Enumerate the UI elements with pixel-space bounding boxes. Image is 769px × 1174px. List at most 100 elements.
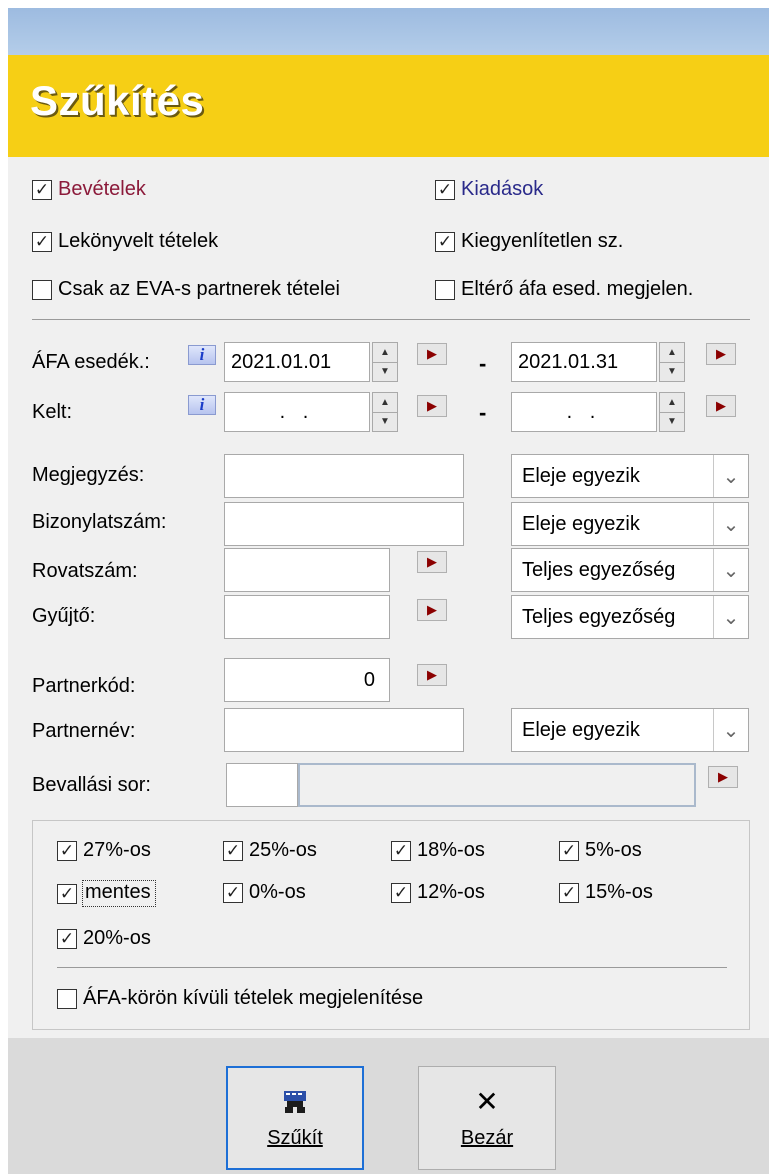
checkbox-kiegyenlitetlen[interactable]: ✓ Kiegyenlítetlen sz. xyxy=(435,230,623,253)
bizonylatszam-match-select[interactable]: Eleje egyezik ⌄ xyxy=(511,502,749,546)
checkbox-vat-18[interactable]: ✓ 18%-os xyxy=(391,839,485,862)
afa-date-to-spinner[interactable]: ▲ ▼ xyxy=(659,342,685,382)
kelt-date-from-spinner[interactable]: ▲ ▼ xyxy=(372,392,398,432)
rovatszam-input[interactable] xyxy=(224,548,390,592)
megjegyzes-label: Megjegyzés: xyxy=(32,464,145,486)
szukit-button[interactable]: Szűkít xyxy=(226,1066,364,1170)
rovatszam-arrow-button[interactable]: ▶ xyxy=(417,551,447,573)
checkbox-box[interactable]: ✓ xyxy=(223,840,243,861)
bizonylatszam-input[interactable] xyxy=(224,502,464,546)
info-icon[interactable]: i xyxy=(188,345,216,365)
checkbox-box[interactable]: ✓ xyxy=(559,840,579,861)
checkbox-label: 27%-os xyxy=(83,839,151,861)
checkbox-box[interactable]: ✓ xyxy=(391,882,411,903)
bevallasi-sor-arrow-button[interactable]: ▶ xyxy=(708,766,738,788)
checkbox-vat-20[interactable]: ✓ 20%-os xyxy=(57,927,151,950)
spin-up-icon[interactable]: ▲ xyxy=(373,343,397,362)
partnernev-label: Partnernév: xyxy=(32,720,136,742)
afa-date-from-spinner[interactable]: ▲ ▼ xyxy=(372,342,398,382)
chevron-down-icon[interactable]: ⌄ xyxy=(713,549,748,591)
close-icon: ✕ xyxy=(475,1086,499,1117)
afa-date-to-arrow-button[interactable]: ▶ xyxy=(706,343,736,365)
chevron-down-icon[interactable]: ⌄ xyxy=(713,709,748,751)
gyujto-input[interactable] xyxy=(224,595,390,639)
checkbox-vat-25[interactable]: ✓ 25%-os xyxy=(223,839,317,862)
checkbox-box[interactable]: ✓ xyxy=(57,928,77,949)
checkbox-box[interactable]: ✓ xyxy=(223,882,243,903)
megjegyzes-match-select[interactable]: Eleje egyezik ⌄ xyxy=(511,454,749,498)
checkbox-vat-12[interactable]: ✓ 12%-os xyxy=(391,881,485,904)
partnernev-match-select[interactable]: Eleje egyezik ⌄ xyxy=(511,708,749,752)
kelt-date-from-input[interactable]: . . xyxy=(224,392,370,432)
partnernev-input[interactable] xyxy=(224,708,464,752)
checkbox-vat-mentes[interactable]: ✓ mentes xyxy=(57,880,156,907)
partnerkod-arrow-button[interactable]: ▶ xyxy=(417,664,447,686)
chevron-down-icon[interactable]: ⌄ xyxy=(713,503,748,545)
spin-up-icon[interactable]: ▲ xyxy=(373,393,397,412)
checkbox-box[interactable]: ✓ xyxy=(32,231,52,252)
checkbox-label: Kiadások xyxy=(461,178,544,200)
checkbox-bevetelek[interactable]: ✓ Bevételek xyxy=(32,178,146,201)
afa-date-from-input[interactable]: 2021.01.01 xyxy=(224,342,370,382)
checkbox-box[interactable]: ✓ xyxy=(435,179,455,200)
select-value: Eleje egyezik xyxy=(522,718,640,741)
checkbox-label: mentes xyxy=(82,880,156,907)
check-icon: ✓ xyxy=(225,841,241,860)
szukit-button-label: Szűkít xyxy=(267,1126,323,1149)
info-icon[interactable]: i xyxy=(188,395,216,415)
checkbox-box[interactable] xyxy=(435,279,455,300)
page-title: Szűkítés xyxy=(30,77,205,124)
bevallasi-sor-description xyxy=(298,763,696,807)
checkbox-box[interactable]: ✓ xyxy=(391,840,411,861)
select-value: Teljes egyezőség xyxy=(522,558,676,581)
partnerkod-input[interactable]: 0 xyxy=(224,658,390,702)
checkbox-box[interactable]: ✓ xyxy=(57,840,77,861)
afa-date-from-arrow-button[interactable]: ▶ xyxy=(417,343,447,365)
kelt-date-label: Kelt: xyxy=(32,401,73,423)
checkbox-kiadasok[interactable]: ✓ Kiadások xyxy=(435,178,543,201)
title-bar[interactable] xyxy=(8,8,769,55)
checkbox-vat-5[interactable]: ✓ 5%-os xyxy=(559,839,642,862)
gyujto-arrow-button[interactable]: ▶ xyxy=(417,599,447,621)
checkbox-box[interactable] xyxy=(57,988,77,1009)
checkbox-lekonyvelt[interactable]: ✓ Lekönyvelt tételek xyxy=(32,230,218,253)
kelt-date-to-input[interactable]: . . xyxy=(511,392,657,432)
checkbox-box[interactable] xyxy=(32,279,52,300)
chevron-down-icon[interactable]: ⌄ xyxy=(713,455,748,497)
kelt-date-to-spinner[interactable]: ▲ ▼ xyxy=(659,392,685,432)
checkbox-box[interactable]: ✓ xyxy=(57,883,77,904)
spin-down-icon[interactable]: ▼ xyxy=(373,361,397,382)
checkbox-afa-outside[interactable]: ÁFA-körön kívüli tételek megjelenítése xyxy=(57,987,423,1010)
rovatszam-match-select[interactable]: Teljes egyezőség ⌄ xyxy=(511,548,749,592)
kelt-date-to-arrow-button[interactable]: ▶ xyxy=(706,395,736,417)
checkbox-eva[interactable]: Csak az EVA-s partnerek tételei xyxy=(32,278,340,301)
check-icon: ✓ xyxy=(437,180,453,199)
checkbox-box[interactable]: ✓ xyxy=(559,882,579,903)
afa-date-to-input[interactable]: 2021.01.31 xyxy=(511,342,657,382)
checkbox-label: 12%-os xyxy=(417,881,485,903)
checkbox-vat-15[interactable]: ✓ 15%-os xyxy=(559,881,653,904)
checkbox-box[interactable]: ✓ xyxy=(32,179,52,200)
bezar-button-label: Bezár xyxy=(460,1126,514,1149)
select-value: Teljes egyezőség xyxy=(522,605,676,628)
spin-up-icon[interactable]: ▲ xyxy=(660,343,684,362)
spin-down-icon[interactable]: ▼ xyxy=(373,411,397,432)
chevron-down-icon[interactable]: ⌄ xyxy=(713,596,748,638)
spin-down-icon[interactable]: ▼ xyxy=(660,411,684,432)
bevallasi-sor-input[interactable] xyxy=(226,763,298,807)
spin-down-icon[interactable]: ▼ xyxy=(660,361,684,382)
divider xyxy=(32,319,750,320)
checkbox-label: 20%-os xyxy=(83,927,151,949)
checkbox-vat-27[interactable]: ✓ 27%-os xyxy=(57,839,151,862)
bezar-button[interactable]: ✕ Bezár xyxy=(418,1066,556,1170)
checkbox-box[interactable]: ✓ xyxy=(435,231,455,252)
vat-rate-group: ✓ 27%-os ✓ 25%-os ✓ 18%-os ✓ 5%-os ✓ men… xyxy=(32,820,750,1030)
checkbox-label: Eltérő áfa esed. megjelen. xyxy=(461,278,694,300)
gyujto-match-select[interactable]: Teljes egyezőség ⌄ xyxy=(511,595,749,639)
megjegyzes-input[interactable] xyxy=(224,454,464,498)
kelt-date-from-arrow-button[interactable]: ▶ xyxy=(417,395,447,417)
checkbox-label: Kiegyenlítetlen sz. xyxy=(461,230,624,252)
checkbox-eltero[interactable]: Eltérő áfa esed. megjelen. xyxy=(435,278,693,301)
spin-up-icon[interactable]: ▲ xyxy=(660,393,684,412)
checkbox-vat-0[interactable]: ✓ 0%-os xyxy=(223,881,306,904)
